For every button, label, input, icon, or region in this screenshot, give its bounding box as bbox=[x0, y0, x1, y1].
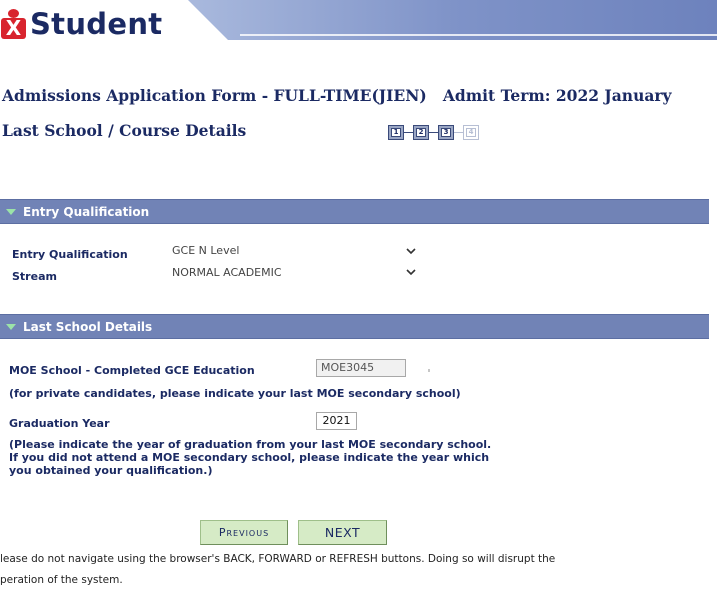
previous-button[interactable]: Previous bbox=[200, 520, 288, 545]
footer-line-1: lease do not navigate using the browser'… bbox=[0, 553, 556, 565]
footer-line-2: peration of the system. bbox=[0, 574, 123, 586]
moe-school-note: (for private candidates, please indicate… bbox=[9, 387, 461, 400]
moe-school-field: MOE3045 bbox=[316, 359, 406, 377]
step-3: 3 bbox=[438, 125, 454, 140]
entry-qualification-label: Entry Qualification bbox=[12, 248, 128, 261]
form-title: Admissions Application Form - FULL-TIME(… bbox=[2, 86, 672, 105]
entry-qualification-select[interactable]: GCE N Level bbox=[172, 244, 239, 257]
step-1: 1 bbox=[388, 125, 404, 140]
section-title: Last School Details bbox=[23, 319, 153, 334]
footer-warning: lease do not navigate using the browser'… bbox=[0, 549, 555, 591]
graduation-note-line-2: If you did not attend a MOE secondary sc… bbox=[9, 451, 490, 464]
stream-select[interactable]: NORMAL ACADEMIC bbox=[172, 266, 282, 279]
collapse-triangle-icon[interactable] bbox=[6, 208, 16, 215]
previous-button-label: Previous bbox=[218, 526, 270, 539]
graduation-year-input[interactable]: 2021 bbox=[316, 412, 357, 430]
step-indicator: 1 2 3 4 bbox=[388, 125, 479, 140]
moe-school-label: MOE School - Completed GCE Education bbox=[9, 364, 255, 377]
graduation-note-line-3: you obtained your qualification.) bbox=[9, 464, 213, 477]
student-logo: X Student bbox=[0, 5, 162, 43]
next-button[interactable]: NEXT bbox=[298, 520, 387, 545]
logo-icon: X bbox=[0, 9, 28, 39]
last-school-details-header[interactable]: Last School Details bbox=[0, 314, 709, 339]
section-title: Entry Qualification bbox=[23, 204, 150, 219]
header-banner bbox=[188, 0, 717, 40]
graduation-note-line-1: (Please indicate the year of graduation … bbox=[9, 438, 492, 451]
step-4: 4 bbox=[463, 125, 479, 140]
collapse-triangle-icon[interactable] bbox=[6, 323, 16, 330]
entry-qualification-header[interactable]: Entry Qualification bbox=[0, 199, 709, 224]
logo-text: Student bbox=[30, 7, 163, 41]
graduation-year-label: Graduation Year bbox=[9, 417, 110, 430]
stream-label: Stream bbox=[12, 270, 57, 283]
field-marker bbox=[428, 369, 430, 372]
chevron-down-icon[interactable] bbox=[406, 267, 416, 277]
chevron-down-icon[interactable] bbox=[406, 246, 416, 256]
step-2: 2 bbox=[413, 125, 429, 140]
page-title: Last School / Course Details bbox=[2, 121, 247, 140]
next-button-label: NEXT bbox=[324, 525, 361, 540]
